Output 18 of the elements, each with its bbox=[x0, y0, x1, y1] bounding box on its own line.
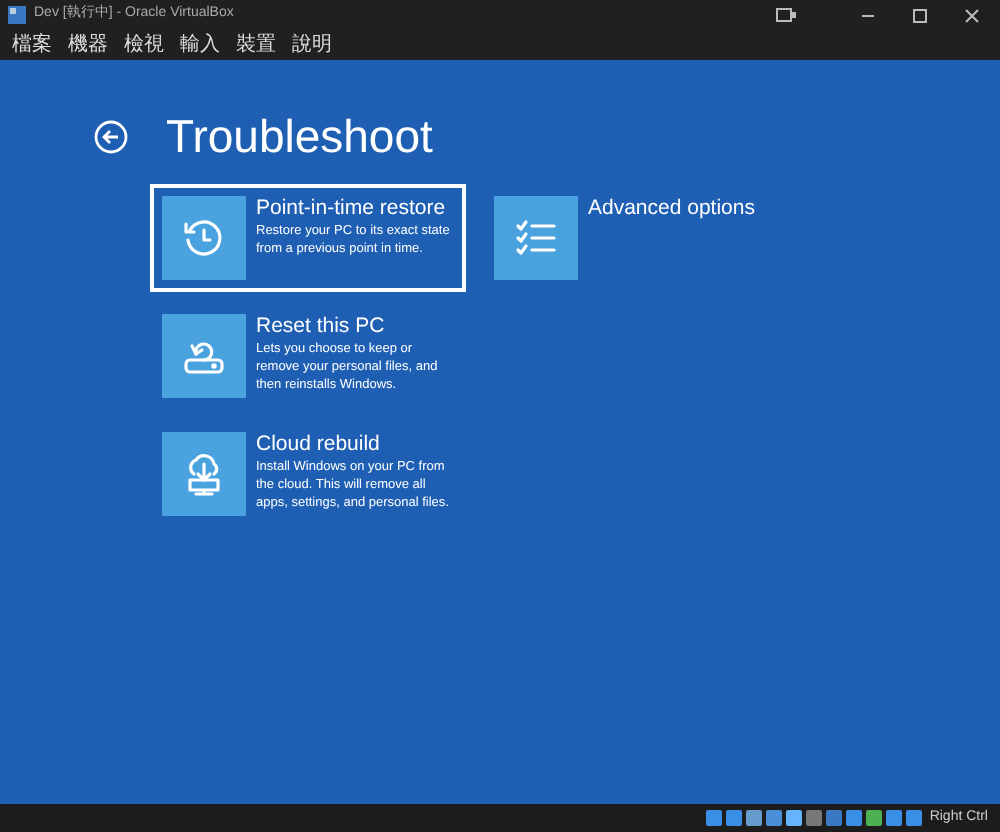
option-title: Cloud rebuild bbox=[256, 432, 382, 458]
close-icon[interactable] bbox=[964, 7, 980, 23]
option-title: Point-in-time restore bbox=[256, 196, 448, 222]
menu-item[interactable]: 輸入 bbox=[180, 33, 220, 57]
back-icon[interactable] bbox=[94, 119, 128, 153]
clock-arrow-icon bbox=[180, 214, 228, 262]
maximize-icon[interactable] bbox=[912, 7, 928, 23]
menu-item[interactable]: 機器 bbox=[68, 33, 108, 57]
menu-item[interactable]: 檢視 bbox=[124, 33, 164, 57]
app-icon bbox=[8, 6, 26, 24]
menu-item[interactable]: 說明 bbox=[292, 33, 332, 57]
screen-icon[interactable] bbox=[776, 7, 796, 23]
page-title: Troubleshoot bbox=[166, 108, 433, 164]
option-title: Reset this PC bbox=[256, 314, 387, 340]
menu-item[interactable]: 檔案 bbox=[12, 33, 52, 57]
option-title: Advanced options bbox=[588, 196, 755, 222]
menu-item[interactable]: 裝置 bbox=[236, 33, 276, 57]
option-tile[interactable]: Advanced options bbox=[482, 184, 798, 292]
